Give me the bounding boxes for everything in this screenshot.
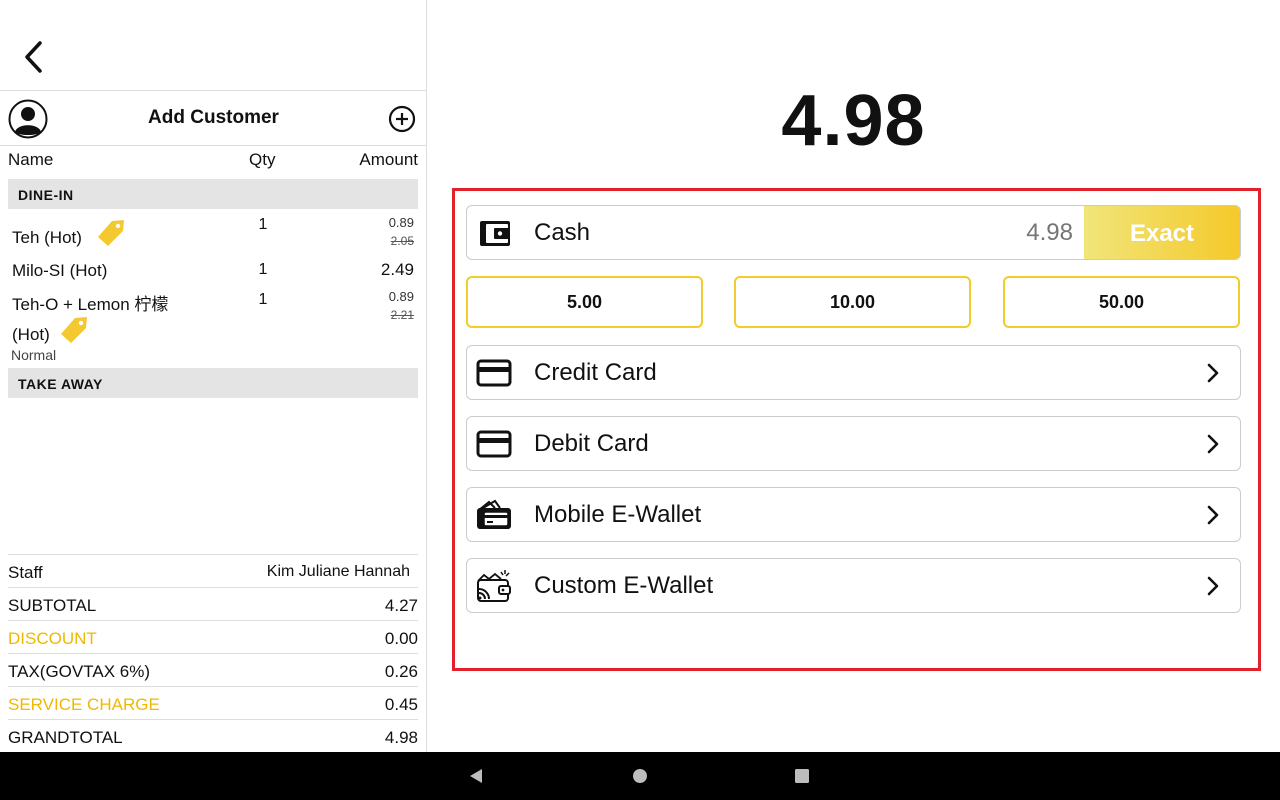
section-dine-in: DINE-IN	[8, 179, 418, 209]
cash-amount-input[interactable]	[797, 218, 1073, 248]
grandtotal-value: 4.98	[384, 728, 418, 747]
custom-e-wallet-label: Custom E-Wallet	[534, 572, 714, 599]
subtotal-value: 4.27	[384, 596, 418, 615]
staff-label: Staff	[8, 563, 43, 582]
add-circle-icon[interactable]	[388, 105, 416, 133]
card-icon	[475, 356, 513, 390]
discount-value: 0.00	[384, 629, 418, 648]
mobile-e-wallet-label: Mobile E-Wallet	[534, 501, 702, 528]
item-name[interactable]: Teh (Hot)	[12, 228, 82, 248]
e-wallet-icon	[475, 498, 513, 532]
item-name-cont[interactable]: (Hot)	[12, 325, 50, 345]
discount-label[interactable]: DISCOUNT	[8, 629, 97, 649]
service-charge-row[interactable]: SERVICE CHARGE 0.45	[8, 686, 418, 719]
section-take-away: TAKE AWAY	[8, 368, 418, 398]
service-charge-value: 0.45	[384, 695, 418, 714]
chevron-right-icon	[1206, 575, 1220, 597]
cash-label: Cash	[534, 219, 591, 246]
wallet-icon	[479, 218, 511, 248]
quick-amount-5-button[interactable]: 5.00	[466, 276, 703, 328]
customer-row[interactable]: Add Customer	[0, 90, 427, 146]
staff-row: Staff Kim Juliane Hannah	[8, 554, 418, 587]
tag-icon	[58, 314, 90, 344]
item-original-price: 2.21	[390, 308, 414, 322]
credit-card-label: Credit Card	[534, 359, 657, 386]
grandtotal-row: GRANDTOTAL 4.98	[8, 719, 418, 752]
tax-row: TAX(GOVTAX 6%) 0.26	[8, 653, 418, 686]
item-price: 0.89	[388, 215, 414, 230]
cash-row[interactable]: Cash Exact	[466, 205, 1241, 260]
custom-e-wallet-button[interactable]: Custom E-Wallet	[466, 558, 1241, 613]
nav-back-icon[interactable]	[466, 766, 486, 786]
chevron-right-icon	[1206, 433, 1220, 455]
nav-home-icon[interactable]	[630, 766, 650, 786]
order-panel: Add Customer Name Qty Amount DINE-IN Teh…	[0, 0, 427, 752]
item-qty: 1	[258, 291, 268, 308]
chevron-right-icon	[1206, 362, 1220, 384]
column-name: Name	[8, 150, 54, 169]
staff-value: Kim Juliane Hannah	[266, 563, 410, 580]
system-navigation-bar	[0, 752, 1280, 800]
nav-recents-icon[interactable]	[792, 766, 812, 786]
subtotal-row: SUBTOTAL 4.27	[8, 587, 418, 620]
subtotal-label: SUBTOTAL	[8, 596, 97, 615]
discount-row[interactable]: DISCOUNT 0.00	[8, 620, 418, 653]
column-qty: Qty	[249, 150, 276, 169]
debit-card-button[interactable]: Debit Card	[466, 416, 1241, 471]
item-qty: 1	[258, 216, 268, 233]
item-qty: 1	[258, 261, 268, 278]
column-amount: Amount	[359, 150, 418, 169]
exact-button[interactable]: Exact	[1084, 206, 1240, 259]
quick-amount-50-button[interactable]: 50.00	[1003, 276, 1240, 328]
add-customer-label[interactable]: Add Customer	[0, 107, 427, 129]
item-name[interactable]: Milo-SI (Hot)	[12, 261, 107, 281]
mobile-e-wallet-button[interactable]: Mobile E-Wallet	[466, 487, 1241, 542]
item-name[interactable]: Teh-O + Lemon 柠檬	[12, 290, 168, 315]
tax-label: TAX(GOVTAX 6%)	[8, 662, 151, 681]
total-amount: 4.98	[781, 81, 926, 161]
grandtotal-label: GRANDTOTAL	[8, 728, 123, 747]
tag-icon	[95, 217, 127, 247]
chevron-right-icon	[1206, 504, 1220, 526]
card-icon	[475, 427, 513, 461]
back-arrow-icon[interactable]	[18, 38, 50, 76]
item-original-price: 2.05	[390, 234, 414, 248]
item-note: Normal	[11, 347, 57, 363]
credit-card-button[interactable]: Credit Card	[466, 345, 1241, 400]
custom-wallet-icon	[475, 569, 513, 603]
debit-card-label: Debit Card	[534, 430, 649, 457]
tax-value: 0.26	[384, 662, 418, 681]
item-price: 2.49	[380, 260, 414, 279]
quick-amount-10-button[interactable]: 10.00	[734, 276, 971, 328]
item-price: 0.89	[388, 289, 414, 304]
service-charge-label[interactable]: SERVICE CHARGE	[8, 695, 160, 715]
